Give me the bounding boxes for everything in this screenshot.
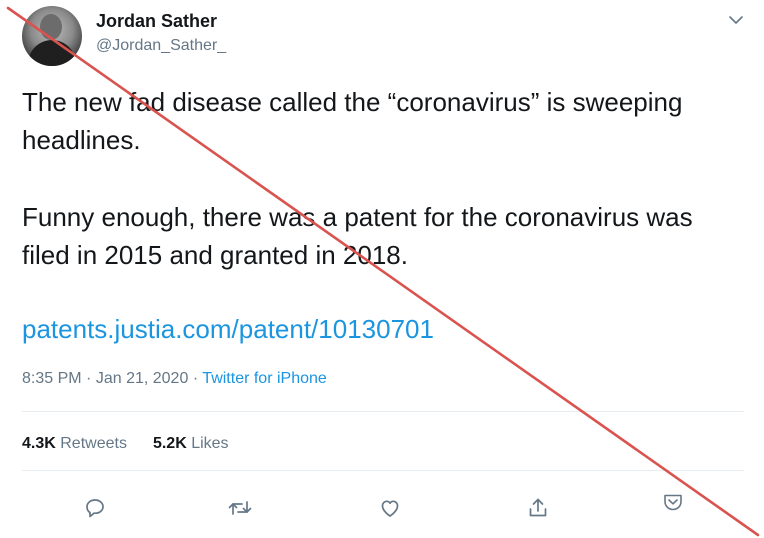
divider	[22, 470, 744, 471]
divider	[22, 411, 744, 412]
tweet-paragraph-1: The new fad disease called the “coronavi…	[22, 87, 683, 155]
tweet-meta: 8:35 PM · Jan 21, 2020 · Twitter for iPh…	[22, 370, 327, 388]
handle[interactable]: @Jordan_Sather_	[96, 37, 226, 55]
like-icon[interactable]	[373, 491, 407, 525]
avatar[interactable]	[22, 6, 82, 66]
display-name[interactable]: Jordan Sather	[96, 11, 217, 32]
tweet-card: Jordan Sather @Jordan_Sather_ The new fa…	[0, 0, 764, 538]
retweets-label: Retweets	[60, 435, 127, 452]
likes-label: Likes	[191, 435, 229, 452]
meta-separator: ·	[192, 370, 199, 387]
tweet-paragraph-2: Funny enough, there was a patent for the…	[22, 202, 693, 270]
likes-count: 5.2K	[152, 435, 187, 452]
tweet-stats: 4.3K Retweets 5.2K Likes	[22, 435, 229, 453]
share-icon[interactable]	[521, 491, 555, 525]
reply-icon[interactable]	[78, 491, 112, 525]
avatar-head	[40, 14, 62, 40]
tweet-time[interactable]: 8:35 PM	[22, 370, 82, 387]
tweet-date[interactable]: Jan 21, 2020	[96, 370, 189, 387]
retweets-stat[interactable]: 4.3K Retweets	[22, 435, 127, 452]
retweet-icon[interactable]	[223, 491, 257, 525]
likes-stat[interactable]: 5.2K Likes	[153, 435, 229, 452]
tweet-source[interactable]: Twitter for iPhone	[202, 370, 327, 387]
patent-link[interactable]: patents.justia.com/patent/10130701	[22, 310, 434, 348]
chevron-down-icon[interactable]	[724, 8, 748, 32]
meta-separator: ·	[86, 370, 92, 387]
tweet-text: The new fad disease called the “coronavi…	[22, 83, 742, 270]
retweets-count: 4.3K	[22, 435, 56, 452]
pocket-icon[interactable]	[656, 485, 690, 519]
avatar-body	[28, 40, 76, 66]
